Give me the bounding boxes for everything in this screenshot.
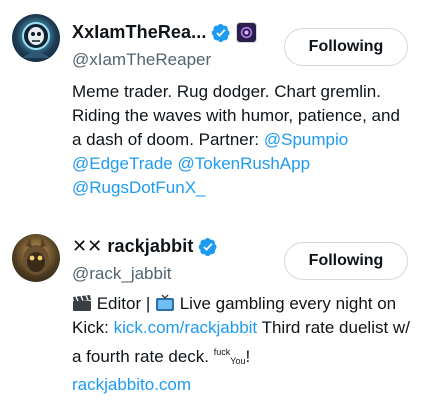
user-bio: Editor | Live gambling every night on Ki… xyxy=(72,292,414,397)
affiliate-badge-icon[interactable] xyxy=(236,22,258,43)
website-link[interactable]: rackjabbito.com xyxy=(72,375,191,394)
name-prefix-glyphs: ✕✕ xyxy=(72,236,103,256)
rabbit-avatar-image xyxy=(23,238,49,275)
user-cell-xiamthereaper[interactable]: XxIamTheRea... @xIamTheReaper Following … xyxy=(0,0,434,222)
mention-link[interactable]: @RugsDotFunX_ xyxy=(72,178,206,197)
verified-badge-icon xyxy=(211,23,231,43)
user-handle: @xIamTheReaper xyxy=(72,50,212,69)
following-button[interactable]: Following xyxy=(284,242,408,280)
name-row: XxIamTheRea... xyxy=(72,22,258,43)
bio-text: Editor | xyxy=(92,294,155,313)
user-cell-rack-jabbit[interactable]: ✕✕ rackjabbit @rack_jabbit Following Edi… xyxy=(0,222,434,408)
avatar[interactable] xyxy=(12,234,60,282)
display-name[interactable]: XxIamTheRea... xyxy=(72,22,206,43)
name-row: ✕✕ rackjabbit xyxy=(72,236,218,257)
mention-link[interactable]: @Spumpio xyxy=(264,130,348,149)
user-handle: @rack_jabbit xyxy=(72,264,172,283)
user-bio: Meme trader. Rug dodger. Chart gremlin. … xyxy=(72,80,414,200)
avatar[interactable] xyxy=(12,14,60,62)
bio-text: ! xyxy=(245,347,251,366)
display-name[interactable]: rackjabbit xyxy=(107,236,193,257)
kick-link[interactable]: kick.com/rackjabbit xyxy=(114,318,258,337)
superscript-text: fuck xyxy=(213,347,231,357)
mention-link[interactable]: @EdgeTrade xyxy=(72,154,173,173)
clapper-board-emoji xyxy=(72,294,92,312)
astronaut-avatar-image xyxy=(22,22,50,58)
subscript-text: You xyxy=(230,356,246,366)
mention-link[interactable]: @TokenRushApp xyxy=(177,154,310,173)
following-button[interactable]: Following xyxy=(284,28,408,66)
television-emoji xyxy=(155,294,175,312)
bio-text: Meme trader. Rug dodger. Chart gremlin. … xyxy=(72,82,400,149)
verified-badge-icon xyxy=(198,237,218,257)
